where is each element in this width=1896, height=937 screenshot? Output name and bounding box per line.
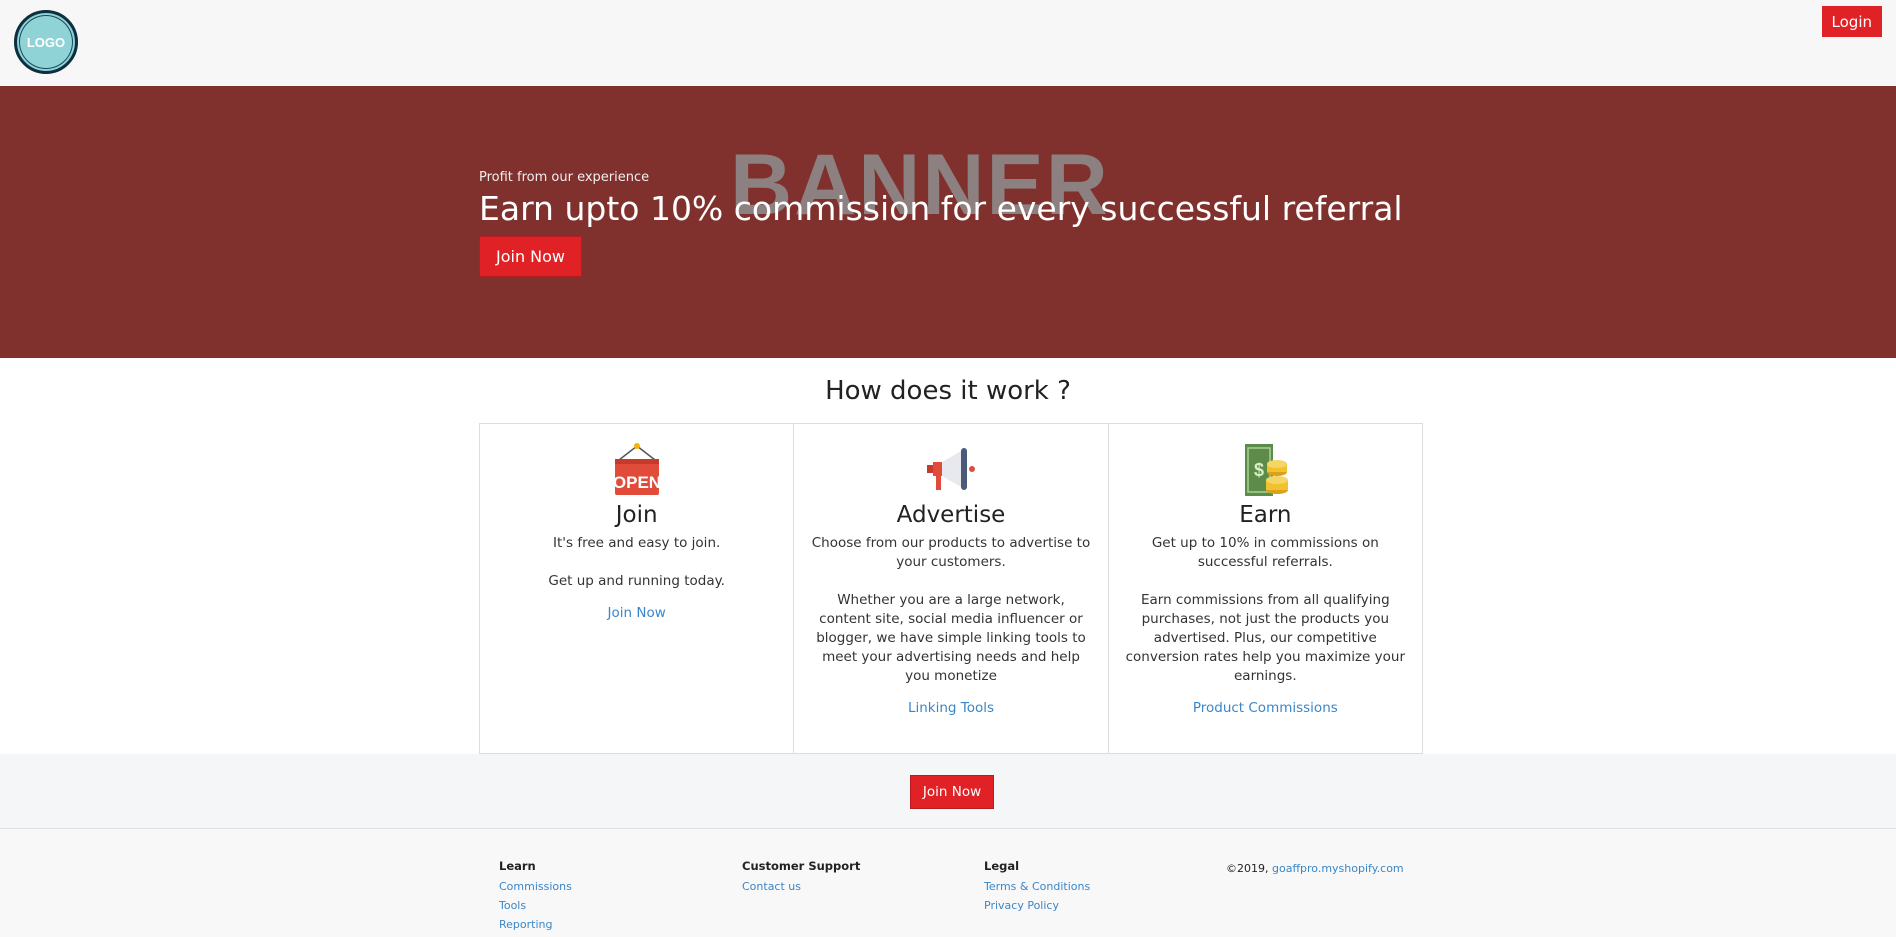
join-bar: Join Now — [0, 754, 1896, 829]
join-now-link[interactable]: Join Now — [480, 605, 793, 621]
site-header: LOGO Login — [0, 0, 1896, 86]
footer-link-privacy[interactable]: Privacy Policy — [984, 896, 1090, 915]
footer-link-reporting[interactable]: Reporting — [499, 915, 572, 934]
step-card-advertise: Advertise Choose from our products to ad… — [794, 424, 1109, 753]
step-description: Choose from our products to advertise to… — [811, 535, 1091, 684]
banner-content: Profit from our experience Earn upto 10%… — [479, 170, 1403, 277]
site-footer: Learn Commissions Tools Reporting Custom… — [0, 829, 1896, 937]
site-link[interactable]: goaffpro.myshopify.com — [1272, 862, 1404, 875]
step-card-earn: $ Earn Get up to 10% in commissions on s… — [1109, 424, 1422, 753]
footer-legal-column: Legal Terms & Conditions Privacy Policy — [984, 859, 1090, 915]
svg-text:$: $ — [1254, 460, 1264, 480]
money-coins-icon: $ — [1237, 442, 1293, 498]
footer-support-column: Customer Support Contact us — [742, 859, 860, 896]
step-description: Get up to 10% in commissions on successf… — [1125, 535, 1406, 684]
product-commissions-link[interactable]: Product Commissions — [1109, 700, 1422, 716]
copyright-text: ©2019, — [1226, 862, 1269, 875]
step-title: Join — [615, 502, 658, 528]
banner-subtitle: Profit from our experience — [479, 170, 650, 185]
open-sign-icon: OPEN — [609, 442, 665, 498]
steps-cards: OPEN Join It's free and easy to join. Ge… — [479, 423, 1423, 754]
hero-banner: BANNER Profit from our experience Earn u… — [0, 86, 1896, 358]
footer-heading: Customer Support — [742, 859, 861, 873]
svg-text:OPEN: OPEN — [613, 473, 661, 492]
footer-copyright: ©2019, goaffpro.myshopify.com — [1226, 859, 1404, 878]
login-button[interactable]: Login — [1821, 6, 1882, 37]
banner-join-button[interactable]: Join Now — [479, 236, 582, 277]
footer-link-contact[interactable]: Contact us — [742, 877, 860, 896]
step-title: Advertise — [896, 502, 1006, 528]
join-now-button[interactable]: Join Now — [910, 775, 994, 809]
section-title: How does it work ? — [825, 376, 1071, 406]
site-logo[interactable]: LOGO — [14, 10, 78, 74]
footer-heading: Learn — [499, 859, 536, 873]
step-title: Earn — [1239, 502, 1292, 528]
megaphone-icon — [923, 442, 979, 498]
footer-link-terms[interactable]: Terms & Conditions — [984, 877, 1090, 896]
banner-title: Earn upto 10% commission for every succe… — [479, 189, 1403, 228]
step-description: It's free and easy to join. Get up and r… — [548, 535, 725, 589]
how-it-works-section: How does it work ? OPEN Join It's free a… — [0, 358, 1896, 754]
linking-tools-link[interactable]: Linking Tools — [794, 700, 1107, 716]
footer-heading: Legal — [984, 859, 1020, 873]
footer-link-commissions[interactable]: Commissions — [499, 877, 572, 896]
footer-learn-column: Learn Commissions Tools Reporting — [499, 859, 572, 934]
step-card-join: OPEN Join It's free and easy to join. Ge… — [480, 424, 795, 753]
footer-link-tools[interactable]: Tools — [499, 896, 572, 915]
